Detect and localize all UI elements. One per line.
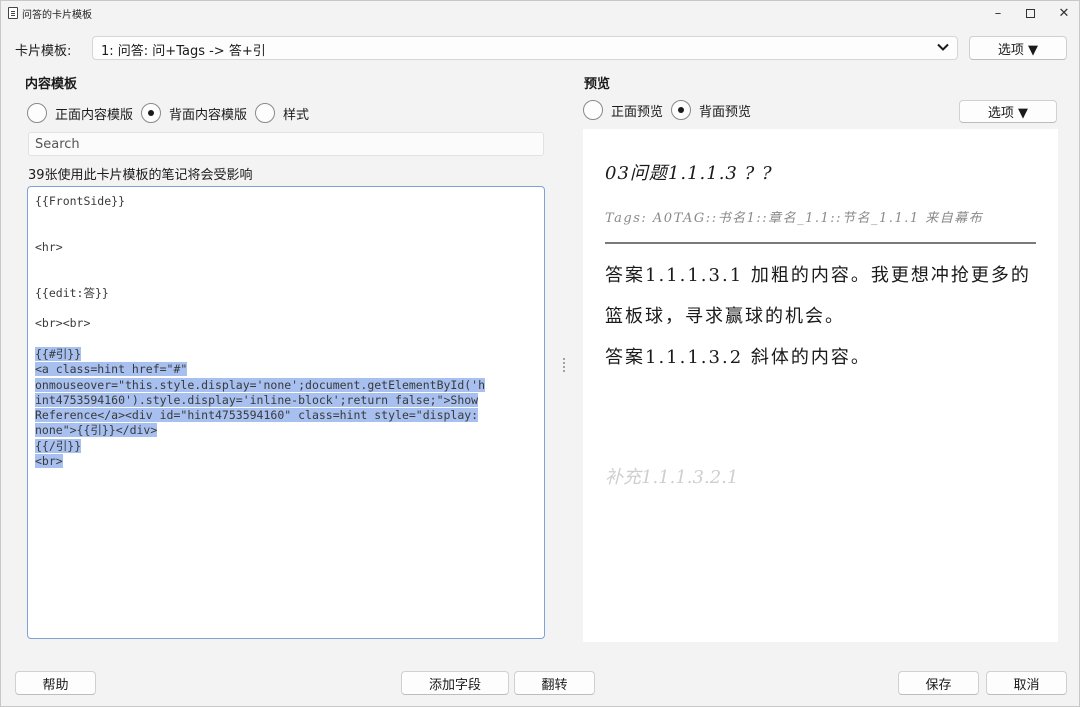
close-button[interactable]: ✕ xyxy=(1047,1,1080,25)
radio-back-preview[interactable] xyxy=(671,100,692,120)
title-bar: 问答的卡片模板 – ✕ xyxy=(1,1,1079,25)
template-side-radio-group: 正面内容模版 背面内容模版 样式 xyxy=(27,103,317,123)
preview-options-button[interactable]: 选项 ▼ xyxy=(959,100,1057,123)
preview-answer-2: 答案1.1.1.3.2 斜体的内容。 xyxy=(605,347,871,368)
template-options-button[interactable]: 选项 ▼ xyxy=(969,36,1067,60)
radio-back-preview-label[interactable]: 背面预览 xyxy=(699,101,751,120)
cancel-button[interactable]: 取消 xyxy=(986,671,1067,695)
minimize-button[interactable]: – xyxy=(981,1,1015,25)
preview-answers: 答案1.1.1.3.1 加粗的内容。我更想冲抢更多的篮板球，寻求赢球的机会。 答… xyxy=(605,255,1036,378)
code-line: {{edit:答}} xyxy=(35,285,109,300)
card-template-value: 1: 问答: 问+Tags -> 答+引 xyxy=(101,44,266,59)
code-line: <hr> xyxy=(35,239,63,254)
maximize-button[interactable] xyxy=(1013,1,1047,25)
search-input[interactable]: Search xyxy=(28,132,544,156)
chevron-down-icon xyxy=(937,43,949,51)
window-title: 问答的卡片模板 xyxy=(22,10,92,21)
preview-supplement: 补充1.1.1.3.2.1 xyxy=(605,467,739,488)
radio-front-preview[interactable] xyxy=(583,100,603,120)
maximize-icon xyxy=(1025,8,1035,18)
preview-title: 预览 xyxy=(584,77,611,92)
save-button[interactable]: 保存 xyxy=(898,671,979,695)
pane-splitter-handle[interactable] xyxy=(563,358,567,372)
code-line: none">{{引}}</div> xyxy=(35,423,158,438)
code-line: {{#引}} xyxy=(35,346,82,361)
card-preview: 03问题1.1.1.3 ? ? Tags: A0TAG::书名1::章名_1.1… xyxy=(583,129,1058,642)
card-template-select[interactable]: 1: 问答: 问+Tags -> 答+引 xyxy=(92,36,958,60)
radio-back-template[interactable] xyxy=(141,103,162,123)
app-icon xyxy=(8,7,18,19)
code-line: {{FrontSide}} xyxy=(35,194,126,208)
code-line: int4753594160').style.display='inline-bl… xyxy=(35,392,479,407)
add-field-button[interactable]: 添加字段 xyxy=(401,671,509,695)
preview-tags: Tags: A0TAG::书名1::章名_1.1::节名_1.1.1 来自幕布 xyxy=(605,211,984,226)
radio-front-preview-label[interactable]: 正面预览 xyxy=(611,101,663,120)
code-line: onmouseover="this.style.display='none';d… xyxy=(35,377,486,392)
preview-question: 03问题1.1.1.3 ? ? xyxy=(605,163,773,184)
card-template-dialog: 问答的卡片模板 – ✕ 卡片模板: 1: 问答: 问+Tags -> 答+引 选… xyxy=(0,0,1080,707)
code-line: <br> xyxy=(35,454,63,469)
content-template-title: 内容模板 xyxy=(25,77,78,92)
radio-front-template[interactable] xyxy=(27,103,47,123)
template-code-editor[interactable]: {{FrontSide}} <hr> {{edit:答}} <br><br> {{#引}… xyxy=(27,186,545,639)
card-template-label: 卡片模板: xyxy=(15,44,72,59)
help-button[interactable]: 帮助 xyxy=(15,671,96,695)
flip-button[interactable]: 翻转 xyxy=(514,671,595,695)
code-line: <a class=hint href="#" xyxy=(35,362,188,377)
radio-back-template-label[interactable]: 背面内容模版 xyxy=(169,104,247,123)
code-line: {{/引}} xyxy=(35,438,82,453)
radio-front-template-label[interactable]: 正面内容模版 xyxy=(55,104,133,123)
radio-styling[interactable] xyxy=(255,103,276,123)
affected-notes-text: 39张使用此卡片模板的笔记将会受影响 xyxy=(28,168,253,183)
code-line: Reference</a><div id="hint4753594160" cl… xyxy=(35,408,479,423)
preview-divider xyxy=(605,242,1036,244)
code-line: <br><br> xyxy=(35,316,91,331)
preview-side-radio-group: 正面预览 背面预览 xyxy=(583,100,759,120)
preview-answer-1: 答案1.1.1.3.1 加粗的内容。我更想冲抢更多的篮板球，寻求赢球的机会。 xyxy=(605,265,1031,327)
radio-styling-label[interactable]: 样式 xyxy=(283,104,309,123)
